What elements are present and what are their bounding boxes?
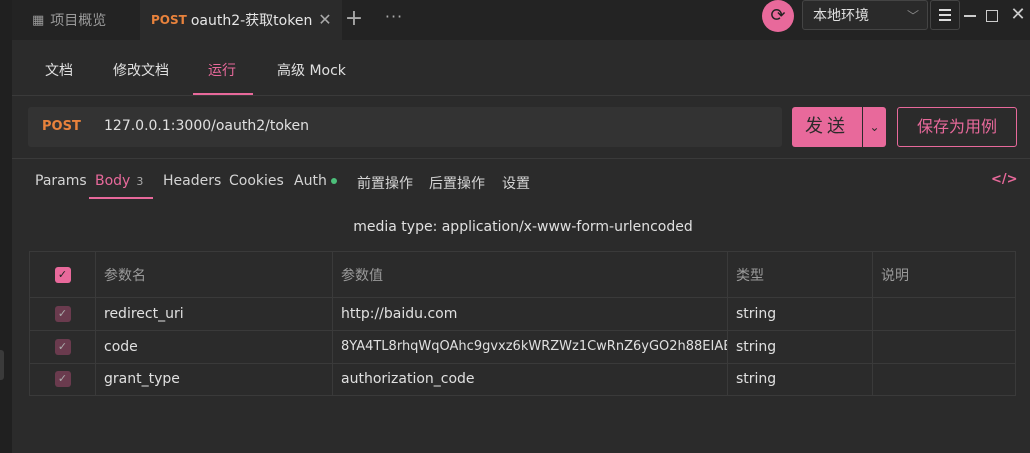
header-param-name: 参数名 bbox=[95, 252, 332, 297]
header-checkbox-cell: ✓ bbox=[30, 252, 95, 297]
param-type-cell[interactable]: string bbox=[727, 330, 872, 363]
tab-pre-operations[interactable]: 前置操作 bbox=[357, 173, 413, 193]
subtab-active-indicator bbox=[193, 93, 253, 95]
grid-icon: ▦ bbox=[32, 12, 45, 28]
tab-auth[interactable]: Auth bbox=[294, 173, 337, 189]
tab-oauth2-token[interactable]: POST oauth2-获取token ✕ bbox=[140, 0, 342, 40]
param-desc-cell[interactable] bbox=[872, 330, 1015, 363]
row-checkbox-cell: ✓ bbox=[30, 297, 95, 330]
tab-bar: ▦ 项目概览 POST oauth2-获取token ✕ + ··· ⟳ 本地环… bbox=[12, 0, 1030, 40]
subtab-edit-docs[interactable]: 修改文档 bbox=[113, 60, 169, 80]
tab-headers[interactable]: Headers bbox=[163, 173, 221, 189]
param-value-cell[interactable]: authorization_code bbox=[332, 363, 727, 395]
tab-overview-label: 项目概览 bbox=[50, 13, 107, 29]
tab-title: oauth2-获取token bbox=[190, 13, 313, 29]
tab-body-label: Body bbox=[95, 173, 131, 189]
header-type: 类型 bbox=[727, 252, 872, 297]
code-icon[interactable]: </> bbox=[991, 172, 1018, 187]
params-table: ✓ 参数名 参数值 类型 说明 ✓ redirect_uri http://ba… bbox=[29, 251, 1016, 396]
subtab-docs[interactable]: 文档 bbox=[45, 60, 73, 80]
tab-project-overview[interactable]: ▦ 项目概览 bbox=[12, 0, 140, 40]
tab-post-operations[interactable]: 后置操作 bbox=[429, 173, 485, 193]
param-desc-cell[interactable] bbox=[872, 297, 1015, 330]
param-name-cell[interactable]: grant_type bbox=[95, 363, 332, 395]
tab-method-badge: POST bbox=[151, 13, 187, 27]
url-bar[interactable]: POST 127.0.0.1:3000/oauth2/token bbox=[28, 107, 782, 147]
minimize-icon[interactable] bbox=[964, 15, 976, 17]
tab-auth-label: Auth bbox=[294, 173, 327, 189]
sync-icon[interactable]: ⟳ bbox=[762, 0, 794, 32]
send-button[interactable]: 发送 bbox=[792, 107, 862, 147]
window-close-icon[interactable]: ✕ bbox=[1008, 5, 1028, 25]
select-all-checkbox[interactable]: ✓ bbox=[54, 266, 71, 283]
tab-settings[interactable]: 设置 bbox=[502, 173, 530, 193]
send-dropdown-icon[interactable]: ⌄ bbox=[863, 107, 886, 147]
table-header-row: ✓ 参数名 参数值 类型 说明 bbox=[30, 252, 1015, 298]
row-checkbox-cell: ✓ bbox=[30, 330, 95, 363]
row-checkbox[interactable]: ✓ bbox=[54, 371, 71, 387]
param-value-cell[interactable]: http://baidu.com bbox=[332, 297, 727, 330]
header-description: 说明 bbox=[872, 252, 1015, 297]
maximize-icon[interactable] bbox=[986, 10, 998, 22]
close-icon[interactable]: ✕ bbox=[316, 11, 334, 29]
tab-params[interactable]: Params bbox=[35, 173, 87, 189]
row-checkbox[interactable]: ✓ bbox=[54, 305, 71, 322]
row-checkbox-cell: ✓ bbox=[30, 363, 95, 395]
param-type-cell[interactable]: string bbox=[727, 297, 872, 330]
tab-body[interactable]: Body 3 bbox=[95, 173, 143, 189]
sidebar-resize-handle[interactable] bbox=[0, 350, 4, 380]
request-method[interactable]: POST bbox=[42, 119, 81, 134]
subtab-advanced-mock[interactable]: 高级 Mock bbox=[277, 60, 346, 80]
more-icon[interactable]: ··· bbox=[382, 8, 406, 32]
table-row: ✓ grant_type authorization_code string bbox=[30, 363, 1015, 395]
api-subtabs: 文档 修改文档 运行 高级 Mock bbox=[12, 40, 1030, 96]
table-row: ✓ code 8YA4TL8rhqWqOAhc9gvxz6kWRZWz1CwRn… bbox=[30, 330, 1015, 364]
request-tabs: Params Body 3 Headers Cookies Auth 前置操作 后… bbox=[12, 158, 1030, 201]
environment-select[interactable]: 本地环境 ﹀ bbox=[802, 0, 928, 30]
environment-label: 本地环境 bbox=[813, 8, 869, 24]
chevron-down-icon: ﹀ bbox=[906, 9, 919, 23]
row-checkbox[interactable]: ✓ bbox=[54, 338, 71, 355]
media-type-label: media type: application/x-www-form-urlen… bbox=[353, 219, 693, 235]
header-param-value: 参数值 bbox=[332, 252, 727, 297]
menu-icon[interactable] bbox=[930, 0, 960, 30]
table-row: ✓ redirect_uri http://baidu.com string bbox=[30, 297, 1015, 331]
param-name-cell[interactable]: code bbox=[95, 330, 332, 363]
reqtab-active-indicator bbox=[89, 197, 153, 199]
param-desc-cell[interactable] bbox=[872, 363, 1015, 395]
tab-cookies[interactable]: Cookies bbox=[229, 173, 284, 189]
param-name-cell[interactable]: redirect_uri bbox=[95, 297, 332, 330]
url-input[interactable]: 127.0.0.1:3000/oauth2/token bbox=[104, 118, 309, 134]
subtab-run[interactable]: 运行 bbox=[208, 60, 236, 80]
param-value-cell[interactable]: 8YA4TL8rhqWqOAhc9gvxz6kWRZWz1CwRnZ6yGO2h… bbox=[332, 330, 727, 363]
save-as-case-button[interactable]: 保存为用例 bbox=[897, 107, 1017, 147]
param-type-cell[interactable]: string bbox=[727, 363, 872, 395]
body-count-badge: 3 bbox=[136, 175, 144, 188]
add-tab-icon[interactable]: + bbox=[342, 8, 366, 32]
auth-status-dot bbox=[330, 178, 337, 184]
